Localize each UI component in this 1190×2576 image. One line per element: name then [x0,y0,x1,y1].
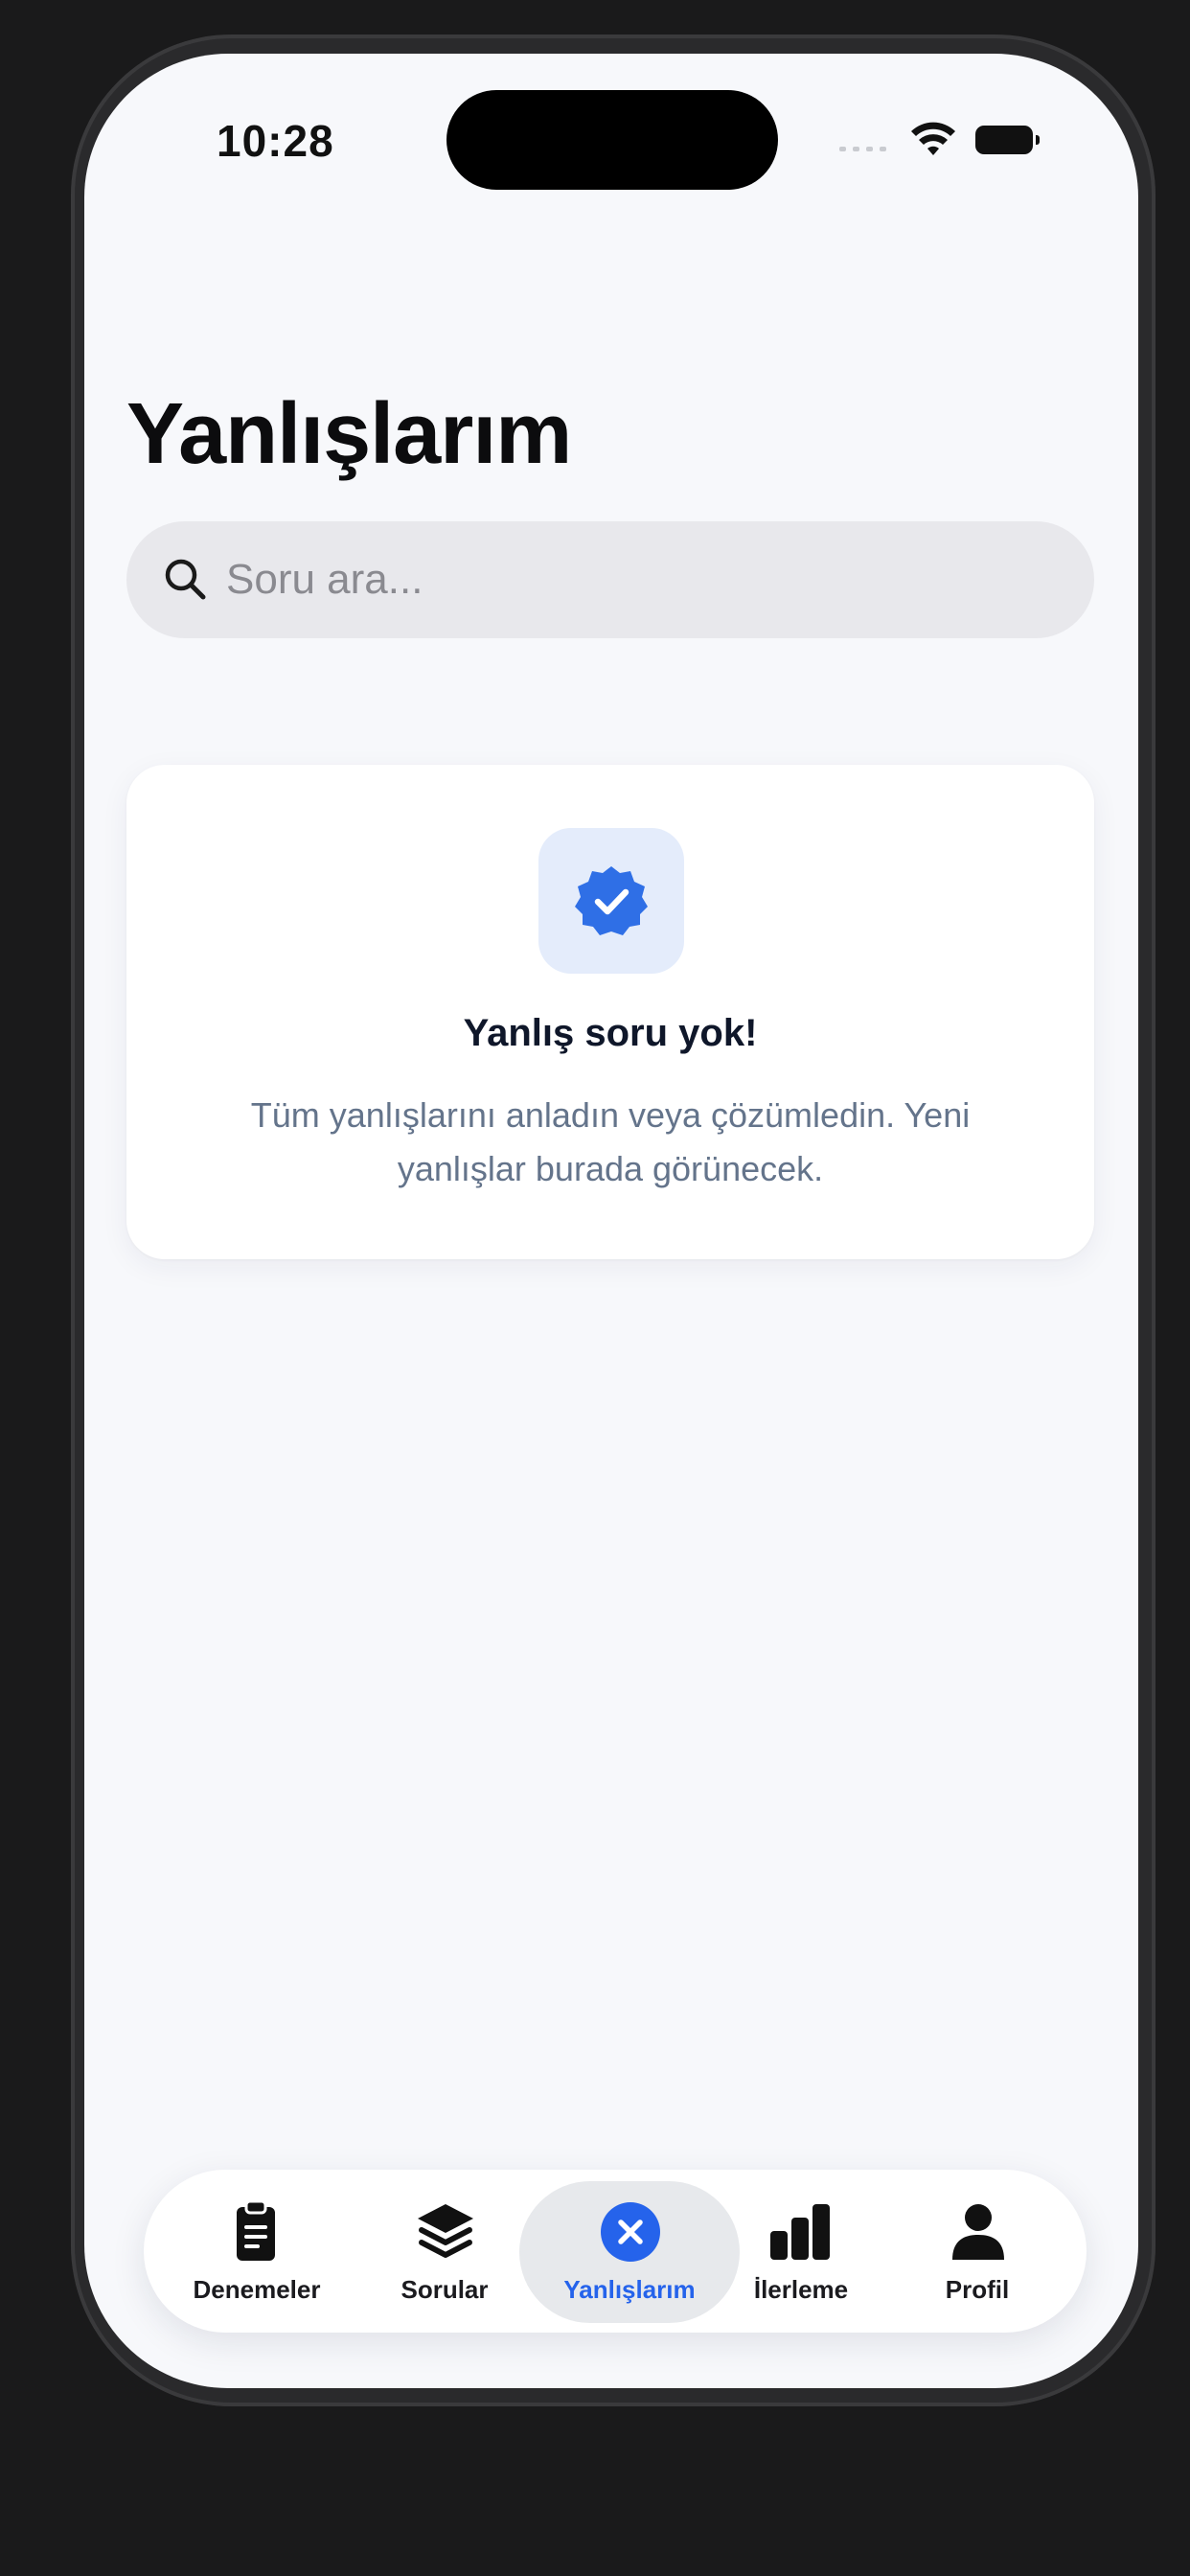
search-icon [165,559,206,600]
search-bar[interactable] [126,521,1094,638]
tab-ilerleme[interactable]: İlerleme [705,2170,897,2333]
tab-label: Sorular [400,2275,489,2304]
person-icon [952,2204,1004,2260]
dynamic-island [446,90,778,190]
empty-state-description: Tüm yanlışlarını anladın veya çözümledin… [250,1095,971,1188]
layers-icon [418,2204,473,2258]
app-screen: 10:28 Yanlışlarım Yanlış soru yok! Tüm y… [84,54,1138,2388]
verified-badge-icon [575,866,648,935]
x-circle-icon [601,2202,660,2262]
bar-chart-icon [770,2204,830,2260]
empty-state-icon-box [538,828,684,974]
tab-profil[interactable]: Profil [881,2170,1073,2333]
tab-sorular[interactable]: Sorular [349,2170,540,2333]
tab-label: Denemeler [193,2275,321,2304]
clipboard-icon [237,2199,275,2261]
bottom-tab-bar: Denemeler Sorular Yanlışlarım İlerleme P… [144,2170,1087,2333]
tab-denemeler[interactable]: Denemeler [161,2170,353,2333]
battery-icon [975,126,1040,154]
tab-label: Yanlışlarım [563,2275,696,2304]
empty-state-title: Yanlış soru yok! [463,1012,758,1054]
tab-yanlislarim[interactable]: Yanlışlarım [534,2170,725,2333]
empty-state-card: Yanlış soru yok! Tüm yanlışlarını anladı… [126,765,1094,1259]
search-input[interactable] [226,544,1050,615]
status-time: 10:28 [217,116,334,166]
page-title: Yanlışlarım [126,386,572,482]
wifi-icon [911,122,955,155]
tab-label: İlerleme [753,2275,849,2304]
tab-label: Profil [945,2275,1010,2304]
cellular-signal-icon [839,147,886,151]
